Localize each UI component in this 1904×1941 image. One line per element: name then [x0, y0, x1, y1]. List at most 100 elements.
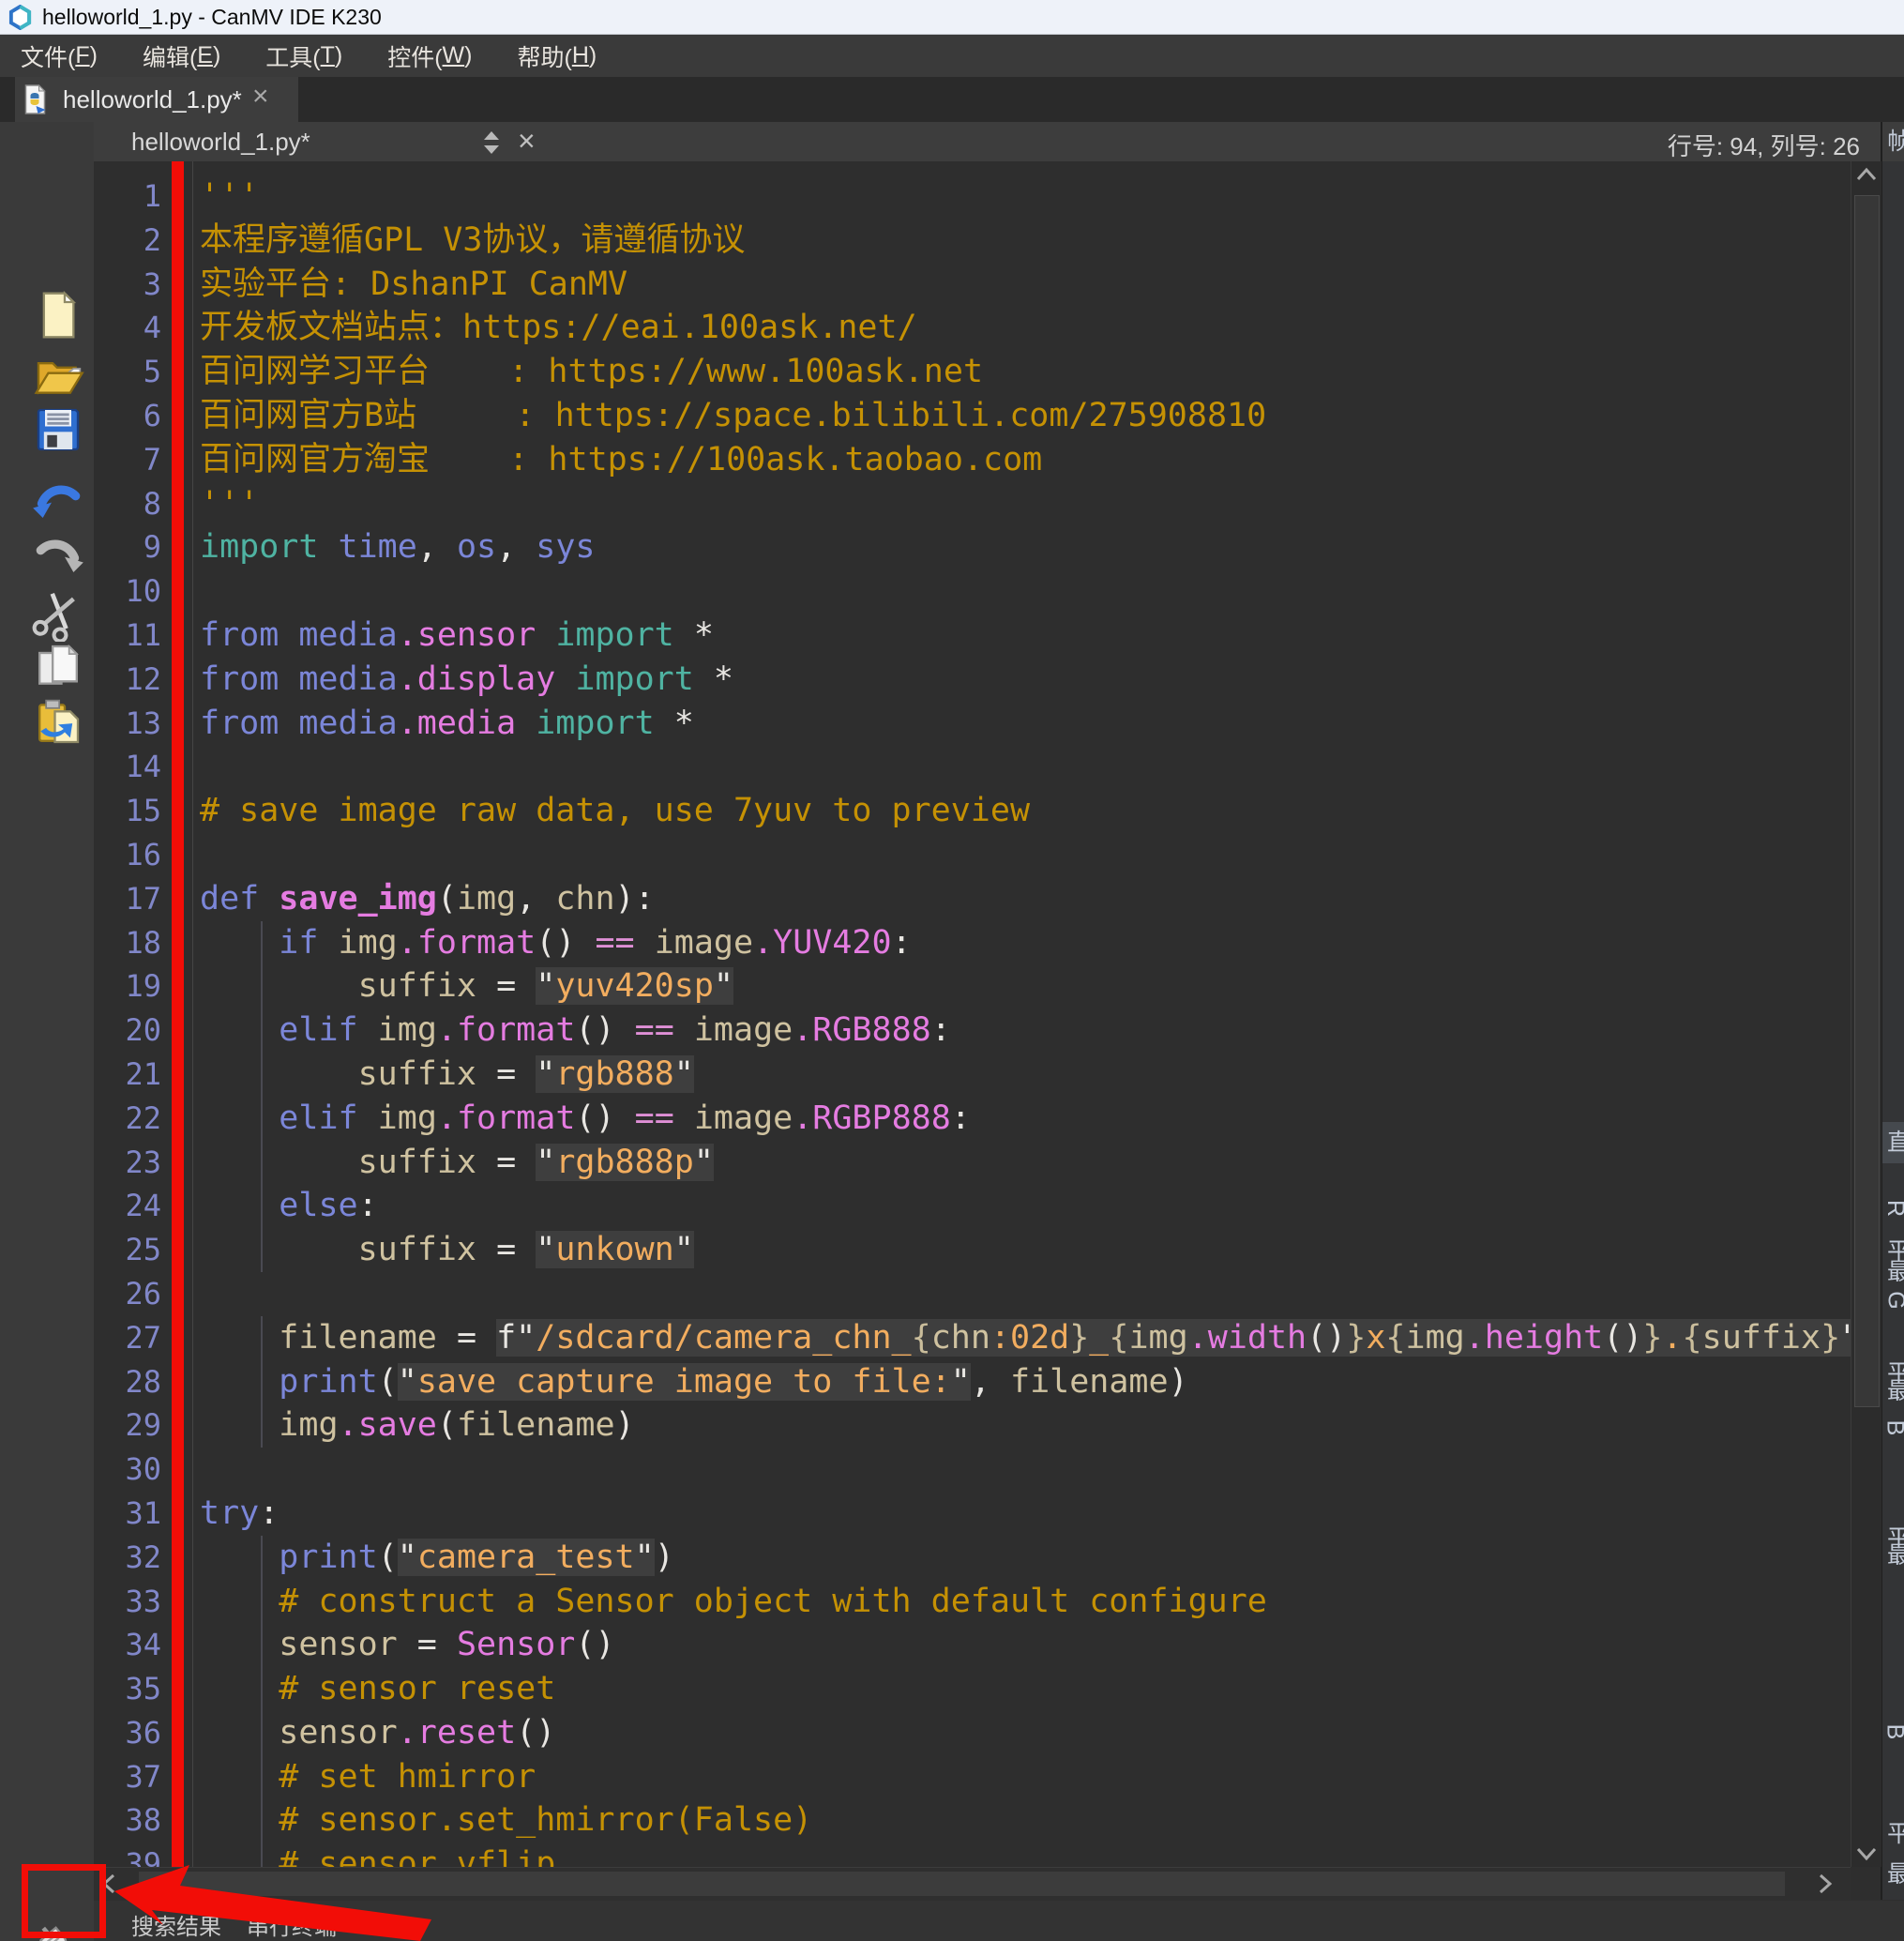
line-number: 19	[94, 964, 161, 1008]
sliver-header-char: 帧	[1887, 128, 1904, 156]
sliver-clipped-char: G	[1882, 1291, 1904, 1309]
line-number: 29	[94, 1403, 161, 1448]
code-line: 26	[94, 1272, 1851, 1316]
sliver-clipped-char: R	[1881, 1200, 1904, 1217]
tab-helloworld[interactable]: helloworld_1.py* ×	[15, 77, 298, 122]
code-line: 28 print("save capture image to file:", …	[94, 1360, 1851, 1404]
code-line: 33 # construct a Sensor object with defa…	[94, 1580, 1851, 1624]
tab-close-icon[interactable]: ×	[252, 81, 269, 113]
window-title: helloworld_1.py - CanMV IDE K230	[42, 5, 382, 30]
cut-button[interactable]	[32, 589, 84, 642]
code-line: 3实验平台: DshanPI CanMV	[94, 263, 1851, 307]
code-editor[interactable]: 1'''2本程序遵循GPL V3协议，请遵循协议3实验平台: DshanPI C…	[94, 161, 1851, 1867]
vertical-scrollbar[interactable]	[1851, 161, 1881, 1867]
scroll-up-icon[interactable]	[1856, 167, 1877, 182]
code-line: 13from media.media import *	[94, 702, 1851, 746]
tab-serial-terminal[interactable]: 串行终端	[247, 1908, 337, 1941]
line-number: 17	[94, 877, 161, 921]
connect-button[interactable]	[32, 1919, 84, 1941]
bottom-panel-bar: 搜索结果 串行终端	[94, 1901, 1904, 1941]
line-number: 36	[94, 1711, 161, 1755]
new-file-button[interactable]	[32, 289, 84, 341]
canmv-logo-icon	[8, 5, 33, 30]
code-line: 12from media.display import *	[94, 658, 1851, 702]
line-number: 11	[94, 614, 161, 658]
code-line: 21 suffix = "rgb888"	[94, 1053, 1851, 1097]
line-number: 38	[94, 1798, 161, 1842]
line-number: 13	[94, 702, 161, 746]
open-folder-icon	[32, 349, 84, 402]
left-toolbar	[0, 122, 94, 1941]
save-file-button[interactable]	[32, 403, 84, 456]
line-number: 33	[94, 1580, 161, 1624]
menu-edit[interactable]: 编辑(E)	[122, 35, 245, 77]
document-selector-arrows-icon[interactable]	[482, 129, 501, 156]
line-number: 21	[94, 1053, 161, 1097]
code-line: 35 # sensor reset	[94, 1667, 1851, 1711]
scroll-right-icon[interactable]	[1818, 1873, 1833, 1894]
undo-button[interactable]	[32, 478, 84, 531]
line-number: 7	[94, 438, 161, 482]
redo-button[interactable]	[32, 533, 84, 585]
cursor-position-indicator: 行号: 94, 列号: 26	[1668, 128, 1860, 162]
code-line: 30	[94, 1448, 1851, 1492]
code-line: 39 # sensor vflip	[94, 1842, 1851, 1867]
line-number: 39	[94, 1842, 161, 1867]
horizontal-scrollbar[interactable]	[94, 1867, 1851, 1901]
scroll-left-icon[interactable]	[101, 1873, 116, 1894]
line-number: 35	[94, 1667, 161, 1711]
code-line: 31try:	[94, 1492, 1851, 1536]
code-line: 14	[94, 745, 1851, 789]
line-number: 31	[94, 1492, 161, 1536]
sliver-clipped-char: 最	[1887, 1541, 1904, 1569]
undo-icon	[32, 478, 84, 531]
horizontal-scrollbar-thumb[interactable]	[139, 1872, 1785, 1896]
line-number: 32	[94, 1536, 161, 1580]
vertical-scrollbar-thumb[interactable]	[1854, 195, 1880, 1407]
line-number: 20	[94, 1008, 161, 1053]
code-line: 34 sensor = Sensor()	[94, 1623, 1851, 1667]
tab-search-results[interactable]: 搜索结果	[131, 1908, 221, 1941]
save-icon	[32, 403, 84, 456]
code-line: 20 elif img.format() == image.RGB888:	[94, 1008, 1851, 1053]
copy-button[interactable]	[32, 640, 84, 692]
scroll-down-icon[interactable]	[1856, 1846, 1877, 1861]
menu-widgets[interactable]: 控件(W)	[367, 35, 496, 77]
menu-file[interactable]: 文件(F)	[0, 35, 122, 77]
sliver-clipped-char: 最	[1887, 1377, 1904, 1405]
editor-close-icon[interactable]: ×	[518, 124, 536, 159]
copy-icon	[32, 640, 84, 692]
redo-icon	[32, 533, 84, 585]
frame-buffer-panel-sliver: 帧	[1882, 122, 1904, 161]
menu-tools[interactable]: 工具(T)	[245, 35, 367, 77]
line-number: 34	[94, 1623, 161, 1667]
line-number: 15	[94, 789, 161, 833]
menu-help[interactable]: 帮助(H)	[496, 35, 621, 77]
line-number: 8	[94, 482, 161, 526]
code-line: 11from media.sensor import *	[94, 614, 1851, 658]
sliver-clipped-char: 直	[1887, 1129, 1904, 1157]
code-line: 38 # sensor.set_hmirror(False)	[94, 1798, 1851, 1842]
new-file-icon	[32, 289, 84, 341]
open-file-button[interactable]	[32, 349, 84, 402]
line-number: 4	[94, 306, 161, 350]
menu-bar: 文件(F) 编辑(E) 工具(T) 控件(W) 帮助(H)	[0, 35, 1904, 77]
code-line: 2本程序遵循GPL V3协议，请遵循协议	[94, 219, 1851, 263]
line-number: 5	[94, 350, 161, 394]
code-line: 5百问网学习平台 : https://www.100ask.net	[94, 350, 1851, 394]
code-line: 24 else:	[94, 1184, 1851, 1228]
line-number: 27	[94, 1316, 161, 1360]
line-number: 12	[94, 658, 161, 702]
line-number: 16	[94, 833, 161, 877]
line-number: 9	[94, 525, 161, 569]
open-document-selector[interactable]: helloworld_1.py*	[131, 128, 310, 157]
sliver-clipped-char: B	[1881, 1420, 1904, 1436]
line-number: 22	[94, 1097, 161, 1141]
code-line: 18 if img.format() == image.YUV420:	[94, 921, 1851, 965]
code-line: 36 sensor.reset()	[94, 1711, 1851, 1755]
sliver-clipped-char: 最	[1887, 1258, 1904, 1286]
code-line: 1'''	[94, 174, 1851, 219]
code-line: 6百问网官方B站 : https://space.bilibili.com/27…	[94, 394, 1851, 438]
sliver-clipped-char: 平	[1887, 1820, 1904, 1848]
paste-button[interactable]	[32, 696, 84, 749]
